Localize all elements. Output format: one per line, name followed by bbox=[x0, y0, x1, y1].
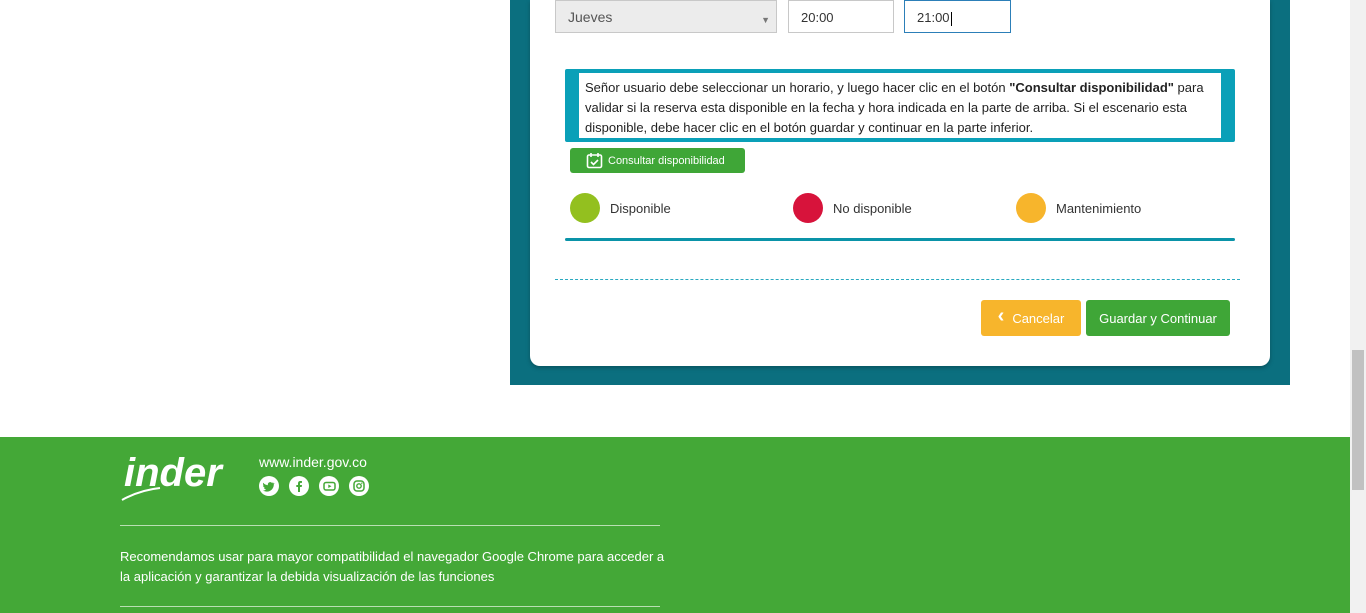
info-text: Señor usuario debe seleccionar un horari… bbox=[579, 73, 1221, 138]
day-select-value: Jueves bbox=[568, 9, 613, 25]
chevron-left-icon: ‹ bbox=[997, 304, 1005, 327]
legend-available: Disponible bbox=[570, 193, 671, 223]
time-start-value: 20:00 bbox=[801, 10, 834, 25]
day-select[interactable]: Jueves ▼ bbox=[555, 0, 777, 33]
instagram-icon[interactable] bbox=[349, 476, 369, 496]
info-text-part: Señor usuario debe seleccionar un horari… bbox=[585, 80, 1010, 95]
twitter-icon[interactable] bbox=[259, 476, 279, 496]
check-availability-button[interactable]: Consultar disponibilidad bbox=[570, 148, 745, 173]
cancel-label: Cancelar bbox=[1012, 310, 1065, 326]
maintenance-dot bbox=[1016, 193, 1046, 223]
website-link[interactable]: www.inder.gov.co bbox=[259, 454, 367, 470]
time-end-input[interactable]: 21:00 bbox=[904, 0, 1011, 33]
info-box: Señor usuario debe seleccionar un horari… bbox=[565, 69, 1235, 142]
legend-maintenance: Mantenimiento bbox=[1016, 193, 1141, 223]
browser-notice: Recomendamos usar para mayor compatibili… bbox=[120, 549, 665, 584]
dropdown-arrow-icon: ▼ bbox=[761, 15, 770, 25]
calendar-check-icon bbox=[586, 153, 603, 169]
scrollbar-thumb[interactable] bbox=[1352, 350, 1364, 490]
dashed-divider bbox=[555, 279, 1240, 280]
logo-text: inder bbox=[124, 451, 224, 495]
vertical-scrollbar[interactable] bbox=[1350, 0, 1366, 613]
footer-divider bbox=[120, 525, 660, 526]
footer-divider bbox=[120, 606, 660, 607]
available-dot bbox=[570, 193, 600, 223]
legend-label: No disponible bbox=[833, 200, 912, 216]
save-label: Guardar y Continuar bbox=[1099, 310, 1217, 326]
unavailable-dot bbox=[793, 193, 823, 223]
text-cursor bbox=[950, 11, 952, 26]
legend-label: Mantenimiento bbox=[1056, 200, 1142, 216]
youtube-icon[interactable] bbox=[319, 476, 339, 496]
legend-divider bbox=[565, 238, 1235, 241]
legend-label: Disponible bbox=[610, 200, 671, 216]
time-end-value: 21:00 bbox=[917, 10, 950, 25]
legend-unavailable: No disponible bbox=[793, 193, 912, 223]
time-start-input[interactable]: 20:00 bbox=[788, 0, 894, 33]
facebook-icon[interactable] bbox=[289, 476, 309, 496]
inder-logo[interactable]: inder bbox=[120, 450, 250, 502]
cancel-button[interactable]: ‹ Cancelar bbox=[981, 300, 1081, 336]
info-text-bold: "Consultar disponibilidad" bbox=[1009, 80, 1174, 95]
save-continue-button[interactable]: Guardar y Continuar bbox=[1086, 300, 1230, 336]
check-availability-label: Consultar disponibilidad bbox=[608, 154, 725, 167]
